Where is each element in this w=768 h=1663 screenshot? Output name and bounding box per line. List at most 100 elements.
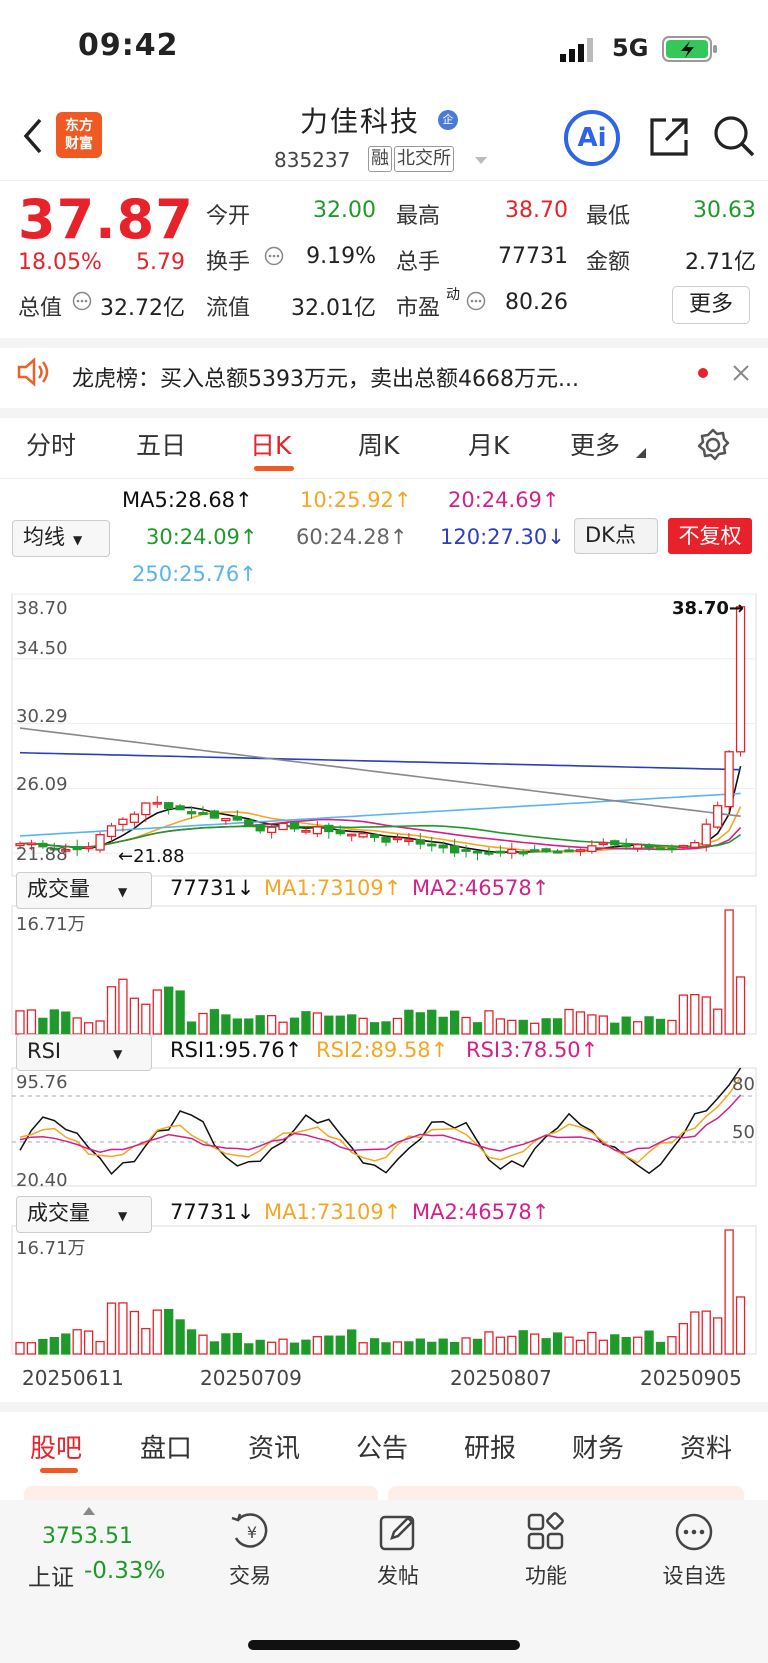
rsi1-value: RSI1:95.76↑ (170, 1038, 303, 1062)
tab-weekly-k[interactable]: 周K (358, 426, 399, 462)
more-button[interactable]: 更多 (672, 286, 750, 324)
amount-value: 2.71亿 (685, 250, 756, 275)
volume-bar (324, 1335, 334, 1355)
volume-bar (667, 1336, 677, 1355)
candle-body (461, 849, 471, 852)
volume-bar (49, 1336, 59, 1355)
enterprise-badge: 企 (438, 110, 458, 130)
volume-bar (632, 1336, 643, 1355)
info-icon[interactable] (264, 246, 284, 266)
rsi-select[interactable]: RSI ▼ (16, 1034, 152, 1071)
notice-text[interactable]: 龙虎榜：买入总额5393万元，卖出总额4668万元... (72, 361, 579, 393)
volume-bar (472, 1338, 483, 1355)
no-adjust-button[interactable]: 不复权 (668, 518, 752, 554)
candle-body (106, 825, 117, 838)
tab-forum[interactable]: 股吧 (30, 1428, 82, 1465)
function-icon[interactable] (526, 1512, 566, 1552)
dk-point-button[interactable]: DK点 (574, 518, 658, 554)
volume-panel (11, 905, 757, 1035)
back-arrow-icon[interactable] (18, 116, 48, 156)
nav-function[interactable]: 功能 (506, 1560, 586, 1590)
candle-body (484, 851, 494, 855)
nav-post[interactable]: 发帖 (358, 1560, 438, 1590)
volume-bar (289, 1017, 300, 1035)
add-watchlist-icon[interactable] (674, 1512, 714, 1552)
volume-bar (495, 1018, 506, 1035)
candle-body (690, 842, 700, 848)
candle-body (713, 805, 723, 828)
turnover-value: 9.19% (306, 244, 376, 269)
settings-gear-icon[interactable] (696, 428, 730, 462)
volume-bar (289, 1342, 300, 1355)
tab-announcements[interactable]: 公告 (356, 1428, 408, 1465)
candle-body (621, 844, 631, 848)
ma-select-label: 均线 (23, 525, 65, 549)
tab-intraday[interactable]: 分时 (26, 426, 76, 462)
signal-icon (560, 38, 593, 62)
volume-bar (312, 1012, 323, 1035)
dropdown-arrow-icon[interactable] (474, 156, 488, 166)
close-icon[interactable] (732, 364, 750, 382)
volume-bar (175, 990, 185, 1035)
info-icon[interactable] (72, 291, 92, 311)
volume-bar (72, 1329, 82, 1355)
candle-body (198, 812, 208, 815)
candle-body (438, 844, 448, 849)
tab-daily-k[interactable]: 日K (250, 426, 291, 462)
trade-icon[interactable]: ¥ (230, 1512, 274, 1552)
volume-bar (244, 1018, 254, 1035)
volume-bar (278, 1021, 288, 1035)
price-tick-1: 38.70 (16, 598, 68, 619)
search-icon[interactable] (712, 114, 756, 158)
dk-label: DK点 (585, 523, 636, 547)
volume-bar (381, 1021, 391, 1035)
tab-research[interactable]: 研报 (464, 1428, 516, 1465)
info-icon[interactable] (466, 291, 486, 311)
tab-orderbook[interactable]: 盘口 (140, 1428, 192, 1465)
tab-news[interactable]: 资讯 (248, 1428, 300, 1465)
volume-bar (186, 1021, 197, 1035)
tab-five-day[interactable]: 五日 (136, 426, 186, 462)
candle-body (724, 751, 734, 808)
volume-bar (301, 1339, 311, 1355)
volume-bar (518, 1019, 528, 1035)
volume-bar (587, 1331, 597, 1355)
candle-body (427, 843, 437, 847)
ai-button[interactable]: Ai (564, 110, 620, 166)
tab-more[interactable]: 更多 (570, 426, 620, 462)
volume-select-2[interactable]: 成交量 ▼ (16, 1196, 152, 1233)
index-value[interactable]: 3753.51 (42, 1524, 133, 1549)
candle-body (381, 836, 391, 843)
rsi3-line (19, 1094, 742, 1154)
high-value: 38.70 (505, 198, 568, 223)
ma30-value: 30:24.09↑ (146, 525, 258, 549)
volume-bar (644, 1016, 654, 1035)
volume-bar (38, 1017, 48, 1035)
nav-watchlist[interactable]: 设自选 (654, 1560, 734, 1590)
volume-select[interactable]: 成交量 ▼ (16, 872, 152, 909)
volume-bar (598, 1339, 608, 1355)
candle-body (644, 845, 654, 849)
mktcap-label: 总值 (18, 296, 63, 321)
price-tick-5: 21.88 (16, 844, 68, 865)
volume-select-label: 成交量 (27, 877, 90, 901)
date-label-3: 20250807 (450, 1366, 552, 1390)
candle-body (530, 849, 540, 853)
tab-monthly-k[interactable]: 月K (468, 426, 509, 462)
volume-bar (461, 1337, 471, 1355)
pe-sup: 动 (446, 287, 460, 303)
kline-chart[interactable] (0, 590, 768, 1380)
candle-body (232, 815, 242, 821)
post-icon[interactable] (378, 1512, 418, 1552)
share-icon[interactable] (648, 116, 690, 158)
tab-profile[interactable]: 资料 (680, 1428, 732, 1465)
volume-bar (518, 1330, 528, 1355)
volume-bar (541, 1018, 551, 1035)
ma-select[interactable]: 均线 ▼ (12, 520, 110, 557)
candle-body (324, 824, 334, 833)
volume-bar (175, 1319, 185, 1355)
nav-trade[interactable]: 交易 (210, 1560, 290, 1590)
battery-icon (662, 36, 717, 62)
tab-finance[interactable]: 财务 (572, 1428, 624, 1465)
candle-body (312, 826, 323, 835)
